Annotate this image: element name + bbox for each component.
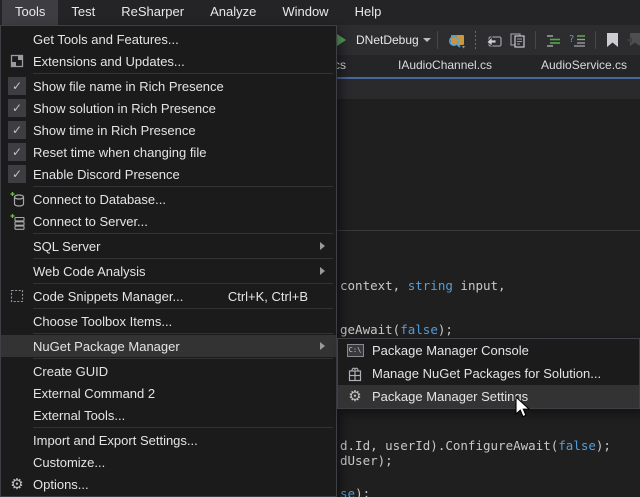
code-line: context, string input, [340, 278, 506, 293]
editor-divider-line [337, 230, 640, 231]
menubar-item-tools[interactable]: Tools [2, 0, 58, 25]
navigate-backward-icon [485, 33, 503, 48]
mouse-cursor [514, 396, 531, 419]
menu-separator [33, 73, 333, 74]
database-add-icon [9, 191, 26, 208]
menubar-item-test[interactable]: Test [58, 0, 108, 25]
bookmark-icon [605, 32, 620, 48]
svg-text:?: ? [569, 34, 574, 45]
menu-item-customize[interactable]: Customize... [1, 451, 336, 473]
checkmark-icon: ✓ [8, 121, 26, 139]
server-add-icon [9, 213, 26, 230]
bookmark-next-icon [626, 32, 640, 48]
menu-item-enable-discord-presence[interactable]: ✓ Enable Discord Presence [1, 163, 336, 185]
toolbar-separator [437, 31, 438, 49]
extensions-icon [9, 53, 25, 69]
copy-document-icon [509, 32, 526, 48]
menu-item-reset-time-when-changing-file[interactable]: ✓ Reset time when changing file [1, 141, 336, 163]
menu-separator [33, 427, 333, 428]
snippets-box-icon [9, 288, 25, 304]
menu-separator [33, 233, 333, 234]
run-config-dropdown-icon[interactable] [423, 38, 431, 42]
checkmark-icon: ✓ [8, 143, 26, 161]
menu-separator [33, 308, 333, 309]
menu-item-options[interactable]: ⚙ Options... [1, 473, 336, 495]
gear-icon: ⚙ [10, 477, 23, 492]
copy-document-button[interactable] [506, 28, 529, 52]
menubar-item-help[interactable]: Help [342, 0, 395, 25]
next-bookmark-button-disabled[interactable] [623, 28, 640, 52]
uncomment-lines-icon: ? [568, 33, 586, 47]
toggle-bookmark-button[interactable] [602, 28, 623, 52]
menu-bar: Tools Test ReSharper Analyze Window Help [0, 0, 640, 25]
toolbar-separator [475, 31, 476, 49]
submenu-item-package-manager-console[interactable]: C:\ Package Manager Console [338, 339, 639, 362]
menu-separator [33, 258, 333, 259]
checkmark-icon: ✓ [8, 165, 26, 183]
menu-item-show-file-name-rich-presence[interactable]: ✓ Show file name in Rich Presence [1, 75, 336, 97]
menubar-item-analyze[interactable]: Analyze [197, 0, 269, 25]
menu-item-connect-to-database[interactable]: Connect to Database... [1, 188, 336, 210]
menu-item-external-command-2[interactable]: External Command 2 [1, 382, 336, 404]
vs-window: Tools Test ReSharper Analyze Window Help… [0, 0, 640, 497]
search-in-folder-button[interactable] [444, 28, 469, 52]
comment-lines-button[interactable] [542, 28, 565, 52]
menu-separator [33, 358, 333, 359]
menu-item-import-export-settings[interactable]: Import and Export Settings... [1, 429, 336, 451]
toolbar-separator [595, 31, 596, 49]
menu-item-show-time-rich-presence[interactable]: ✓ Show time in Rich Presence [1, 119, 336, 141]
submenu-arrow-icon [320, 242, 325, 250]
menu-item-external-tools[interactable]: External Tools... [1, 404, 336, 426]
menu-item-show-solution-rich-presence[interactable]: ✓ Show solution in Rich Presence [1, 97, 336, 119]
menubar-item-resharper[interactable]: ReSharper [108, 0, 197, 25]
document-tab-iaudiochannel[interactable]: IAudioChannel.cs [398, 58, 492, 72]
menu-item-get-tools-and-features[interactable]: Get Tools and Features... [1, 28, 336, 50]
menu-item-create-guid[interactable]: Create GUID [1, 360, 336, 382]
checkmark-icon: ✓ [8, 99, 26, 117]
play-icon [337, 34, 346, 46]
menu-separator [33, 283, 333, 284]
menu-item-extensions-and-updates[interactable]: Extensions and Updates... [1, 50, 336, 72]
menu-item-sql-server[interactable]: SQL Server [1, 235, 336, 257]
nuget-submenu-popup: C:\ Package Manager Console Manage NuGet… [337, 338, 640, 409]
menu-item-connect-to-server[interactable]: Connect to Server... [1, 210, 336, 232]
document-tab-audioservice[interactable]: AudioService.cs [541, 58, 627, 72]
run-config-label[interactable]: DNetDebug [356, 33, 419, 47]
console-icon: C:\ [347, 344, 364, 357]
checkmark-icon: ✓ [8, 77, 26, 95]
code-line: dUser); [340, 453, 393, 468]
code-line: d.Id, userId).ConfigureAwait(false); [340, 438, 611, 453]
navigate-backward-button[interactable] [482, 28, 506, 52]
code-line: geAwait(false); [340, 322, 453, 337]
gear-icon: ⚙ [348, 389, 361, 404]
comment-lines-icon [545, 33, 562, 47]
submenu-arrow-icon [320, 342, 325, 350]
shortcut-label: Ctrl+K, Ctrl+B [228, 289, 308, 304]
menu-separator [33, 333, 333, 334]
menu-item-code-snippets-manager[interactable]: Code Snippets Manager... Ctrl+K, Ctrl+B [1, 285, 336, 307]
menu-separator [33, 186, 333, 187]
submenu-item-manage-nuget-packages-for-solution[interactable]: Manage NuGet Packages for Solution... [338, 362, 639, 385]
uncomment-lines-button[interactable]: ? [565, 28, 589, 52]
menu-item-nuget-package-manager[interactable]: NuGet Package Manager [1, 335, 336, 357]
submenu-arrow-icon [320, 267, 325, 275]
submenu-item-package-manager-settings[interactable]: ⚙ Package Manager Settings [338, 385, 639, 408]
tools-menu-popup: Get Tools and Features... Extensions and… [0, 25, 337, 497]
menubar-item-window[interactable]: Window [269, 0, 341, 25]
code-line: se); [340, 486, 370, 497]
menu-item-choose-toolbox-items[interactable]: Choose Toolbox Items... [1, 310, 336, 332]
package-icon [347, 366, 363, 382]
menu-item-web-code-analysis[interactable]: Web Code Analysis [1, 260, 336, 282]
search-folder-icon [447, 32, 466, 49]
toolbar-separator [535, 31, 536, 49]
